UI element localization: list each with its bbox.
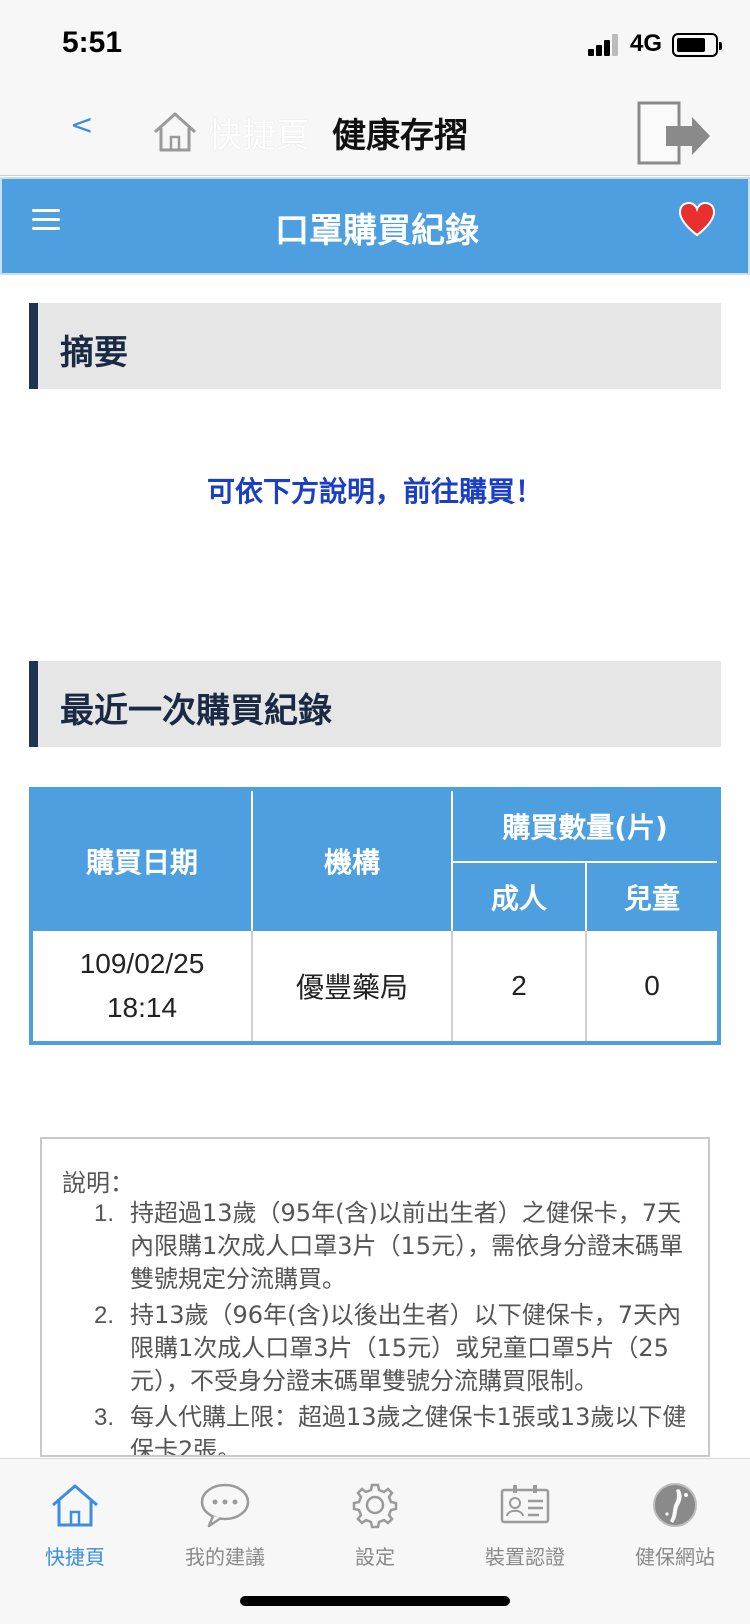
tab-settings[interactable]: 設定 bbox=[300, 1473, 450, 1573]
tab-my-suggestions[interactable]: 我的建議 bbox=[150, 1473, 300, 1573]
tab-device-certification[interactable]: 裝置認證 bbox=[450, 1473, 600, 1573]
home-icon bbox=[52, 1484, 98, 1527]
description-box[interactable]: 說明： 1. 持超過13歲（95年(含)以前出生者）之健保卡，7天內限購1次成人… bbox=[40, 1137, 710, 1457]
description-list: 1. 持超過13歲（95年(含)以前出生者）之健保卡，7天內限購1次成人口罩3片… bbox=[62, 1197, 690, 1457]
header-child: 兒童 bbox=[623, 882, 680, 915]
recent-purchase-title: 最近一次購買紀錄 bbox=[60, 691, 332, 731]
navigation-bar: < 快捷頁 健康存摺 bbox=[0, 90, 750, 176]
adult-quantity-cell: 2 bbox=[511, 970, 527, 1001]
status-bar: 5:51 4G bbox=[0, 0, 750, 90]
purchase-date-cell: 109/02/25 18:14 bbox=[33, 931, 251, 1041]
tab-label: 我的建議 bbox=[185, 1545, 265, 1569]
summary-title: 摘要 bbox=[60, 333, 128, 373]
back-button[interactable]: < bbox=[70, 108, 93, 141]
table-row: 109/02/25 18:14 優豐藥局 2 0 bbox=[33, 931, 717, 1041]
battery-icon bbox=[672, 33, 722, 57]
status-time: 5:51 bbox=[62, 26, 123, 59]
home-indicator bbox=[240, 1596, 510, 1606]
list-item: 1. 持超過13歲（95年(含)以前出生者）之健保卡，7天內限購1次成人口罩3片… bbox=[94, 1199, 684, 1293]
page-title: 健康存摺 bbox=[332, 116, 468, 156]
chat-bubble-icon bbox=[200, 1483, 250, 1528]
organization-cell: 優豐藥局 bbox=[295, 972, 408, 1003]
id-card-icon bbox=[500, 1485, 550, 1524]
home-icon[interactable] bbox=[152, 110, 198, 154]
tab-label: 快捷頁 bbox=[45, 1545, 105, 1569]
header-quantity: 購買數量(片) bbox=[502, 811, 668, 844]
globe-icon bbox=[653, 1483, 697, 1527]
tab-home[interactable]: 快捷頁 bbox=[0, 1473, 150, 1573]
purchase-time: 18:14 bbox=[106, 992, 178, 1023]
section-header: 口罩購買紀錄 bbox=[0, 177, 750, 275]
gear-icon bbox=[352, 1483, 398, 1529]
recent-purchase-section-heading: 最近一次購買紀錄 bbox=[29, 661, 721, 747]
heart-favorite-icon[interactable] bbox=[678, 201, 716, 237]
tab-label: 健保網站 bbox=[635, 1545, 715, 1569]
tab-label: 裝置認證 bbox=[485, 1545, 565, 1569]
purchase-date: 109/02/25 bbox=[79, 948, 205, 979]
header-title: 口罩購買紀錄 bbox=[275, 211, 479, 251]
header-organization: 機構 bbox=[323, 846, 380, 879]
list-item: 2. 持13歲（96年(含)以後出生者）以下健保卡，7天內限購1次成人口罩3片（… bbox=[94, 1301, 682, 1395]
purchase-record-table: 購買日期 機構 購買數量(片) 成人 兒童 109/02/25 18:14 優豐… bbox=[29, 787, 721, 1045]
home-label[interactable]: 快捷頁 bbox=[208, 108, 310, 157]
header-adult: 成人 bbox=[490, 882, 547, 915]
network-type: 4G bbox=[630, 30, 663, 57]
summary-section-heading: 摘要 bbox=[29, 303, 721, 389]
tab-nhi-website[interactable]: 健保網站 bbox=[600, 1473, 750, 1573]
signal-icon bbox=[588, 34, 620, 56]
logout-door-icon[interactable] bbox=[636, 100, 714, 166]
description-label: 說明： bbox=[62, 1169, 134, 1197]
purchase-notice: 可依下方說明，前往購買！ bbox=[206, 475, 543, 508]
list-item: 3. 每人代購上限：超過13歲之健保卡1張或13歲以下健保卡2張。 bbox=[94, 1403, 687, 1457]
tab-label: 設定 bbox=[355, 1545, 395, 1569]
header-date: 購買日期 bbox=[85, 846, 198, 879]
child-quantity-cell: 0 bbox=[644, 970, 660, 1001]
